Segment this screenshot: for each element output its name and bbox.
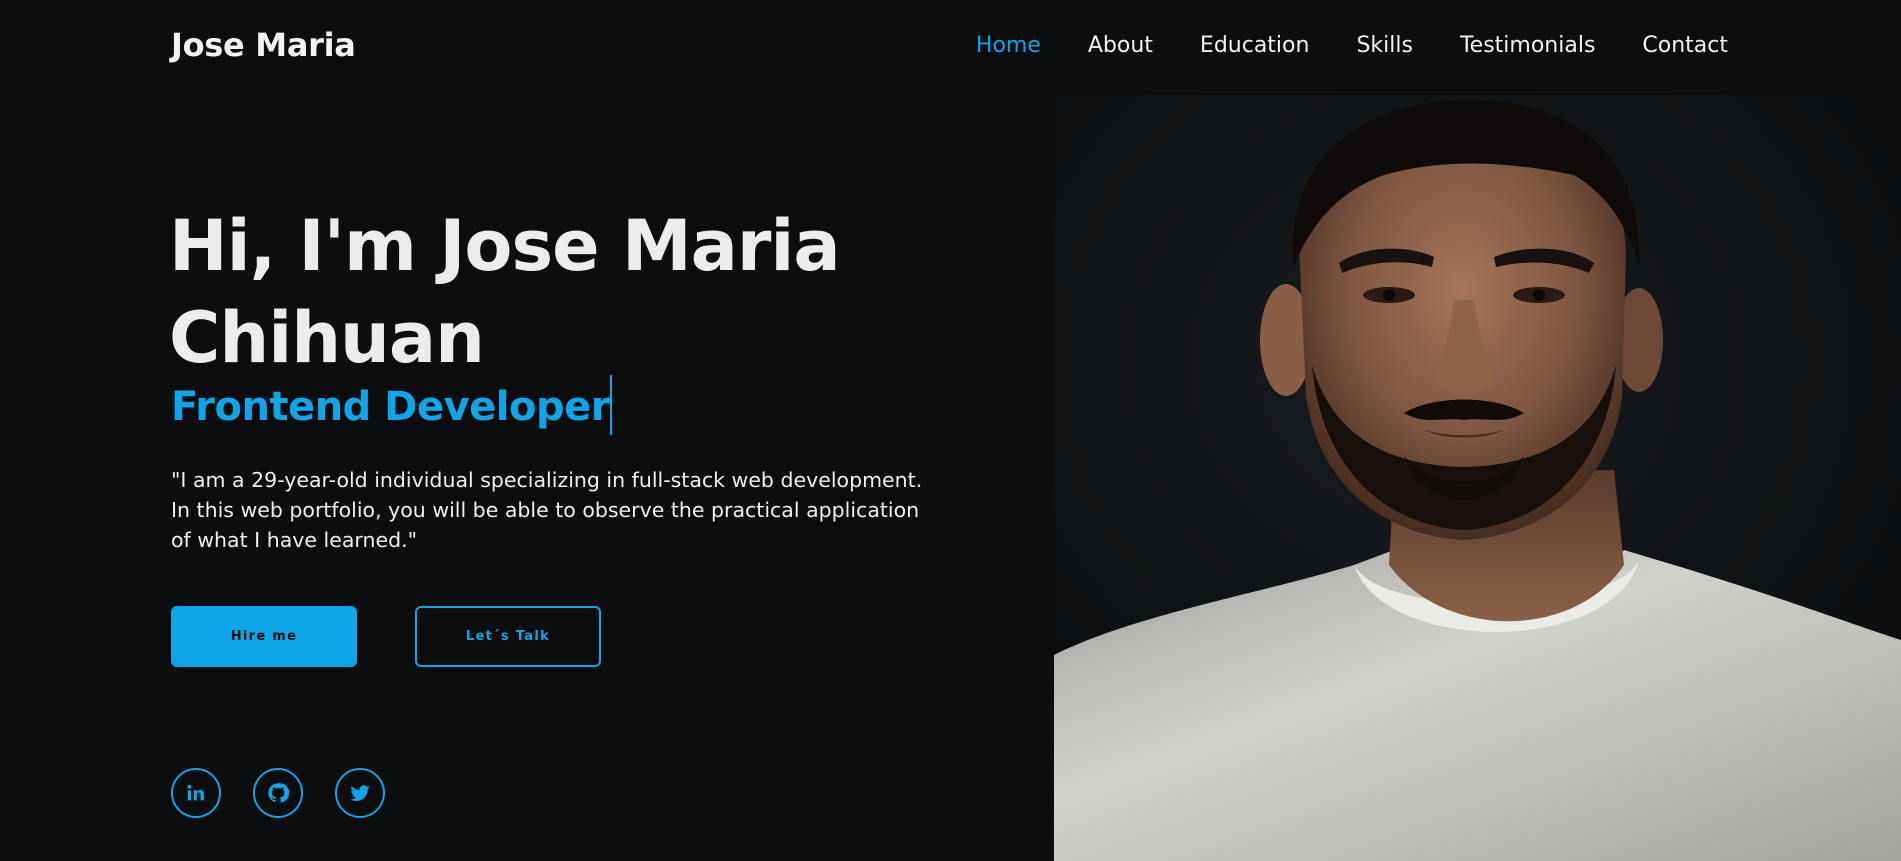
github-link[interactable]: [253, 768, 303, 818]
hire-me-button[interactable]: Hire me: [171, 606, 357, 667]
hero-title-line2: Chihuan: [169, 297, 485, 379]
linkedin-icon: [187, 784, 204, 801]
linkedin-link[interactable]: [171, 768, 221, 818]
hero-role: Frontend Developer: [171, 375, 612, 435]
lets-talk-button[interactable]: Let´s Talk: [415, 606, 601, 667]
main-nav: Home About Education Skills Testimonials…: [929, 33, 1728, 58]
social-links: [171, 768, 417, 818]
nav-testimonials[interactable]: Testimonials: [1460, 33, 1595, 58]
hero-role-text: Frontend Developer: [171, 384, 610, 430]
page: Jose Maria Home About Education Skills T…: [0, 0, 1901, 861]
portrait-photo: [1054, 95, 1901, 861]
twitter-icon: [350, 785, 370, 801]
nav-contact[interactable]: Contact: [1642, 33, 1728, 58]
nav-about[interactable]: About: [1088, 33, 1153, 58]
hero-title-line1: Hi, I'm Jose Maria: [169, 205, 841, 287]
nav-education[interactable]: Education: [1200, 33, 1310, 58]
hero-title: Hi, I'm Jose Maria Chihuan: [169, 200, 1029, 384]
nav-home[interactable]: Home: [976, 33, 1041, 58]
site-header: Jose Maria Home About Education Skills T…: [0, 0, 1901, 95]
hero-description: "I am a 29-year-old individual specializ…: [171, 468, 923, 552]
site-logo[interactable]: Jose Maria: [171, 26, 356, 64]
github-icon: [268, 783, 289, 803]
typing-cursor: [609, 375, 612, 435]
twitter-link[interactable]: [335, 768, 385, 818]
portrait-illustration: [1054, 95, 1901, 861]
nav-skills[interactable]: Skills: [1356, 33, 1413, 58]
